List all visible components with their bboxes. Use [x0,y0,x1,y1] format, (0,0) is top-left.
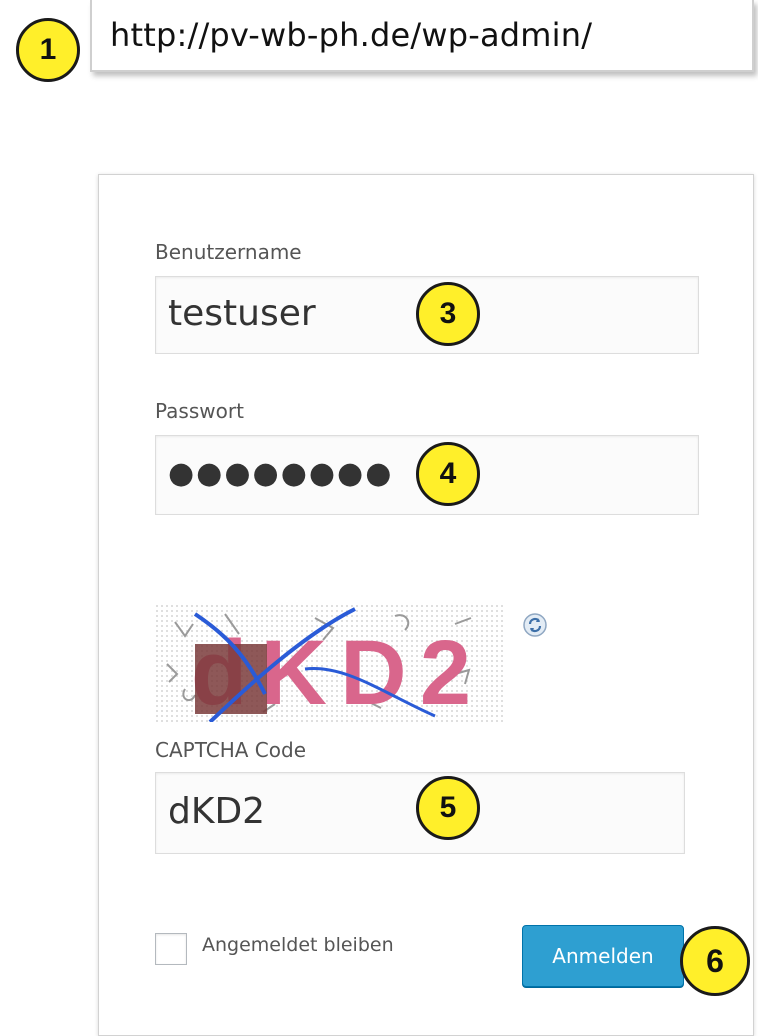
remember-label[interactable]: Angemeldet bleiben [202,934,394,956]
refresh-icon[interactable] [522,612,548,638]
login-submit-button[interactable]: Anmelden [522,925,684,987]
step-marker-6: 6 [680,926,750,996]
step-marker-4: 4 [416,442,480,506]
captcha-label: CAPTCHA Code [155,738,306,762]
password-label: Passwort [155,399,244,423]
captcha-value: dKD2 [168,791,266,832]
remember-checkbox[interactable] [155,933,187,965]
step-marker-3: 3 [416,282,480,346]
step-marker-5: 5 [416,776,480,840]
url-text: http://pv-wb-ph.de/wp-admin/ [110,16,593,54]
browser-url-bar[interactable]: http://pv-wb-ph.de/wp-admin/ [90,0,754,72]
step-marker-1: 1 [16,18,80,82]
username-value: testuser [168,293,316,334]
username-label: Benutzername [155,240,302,264]
captcha-image: dKD2 [155,604,505,722]
password-value: ●●●●●●●● [168,456,394,491]
login-submit-label: Anmelden [552,944,654,968]
